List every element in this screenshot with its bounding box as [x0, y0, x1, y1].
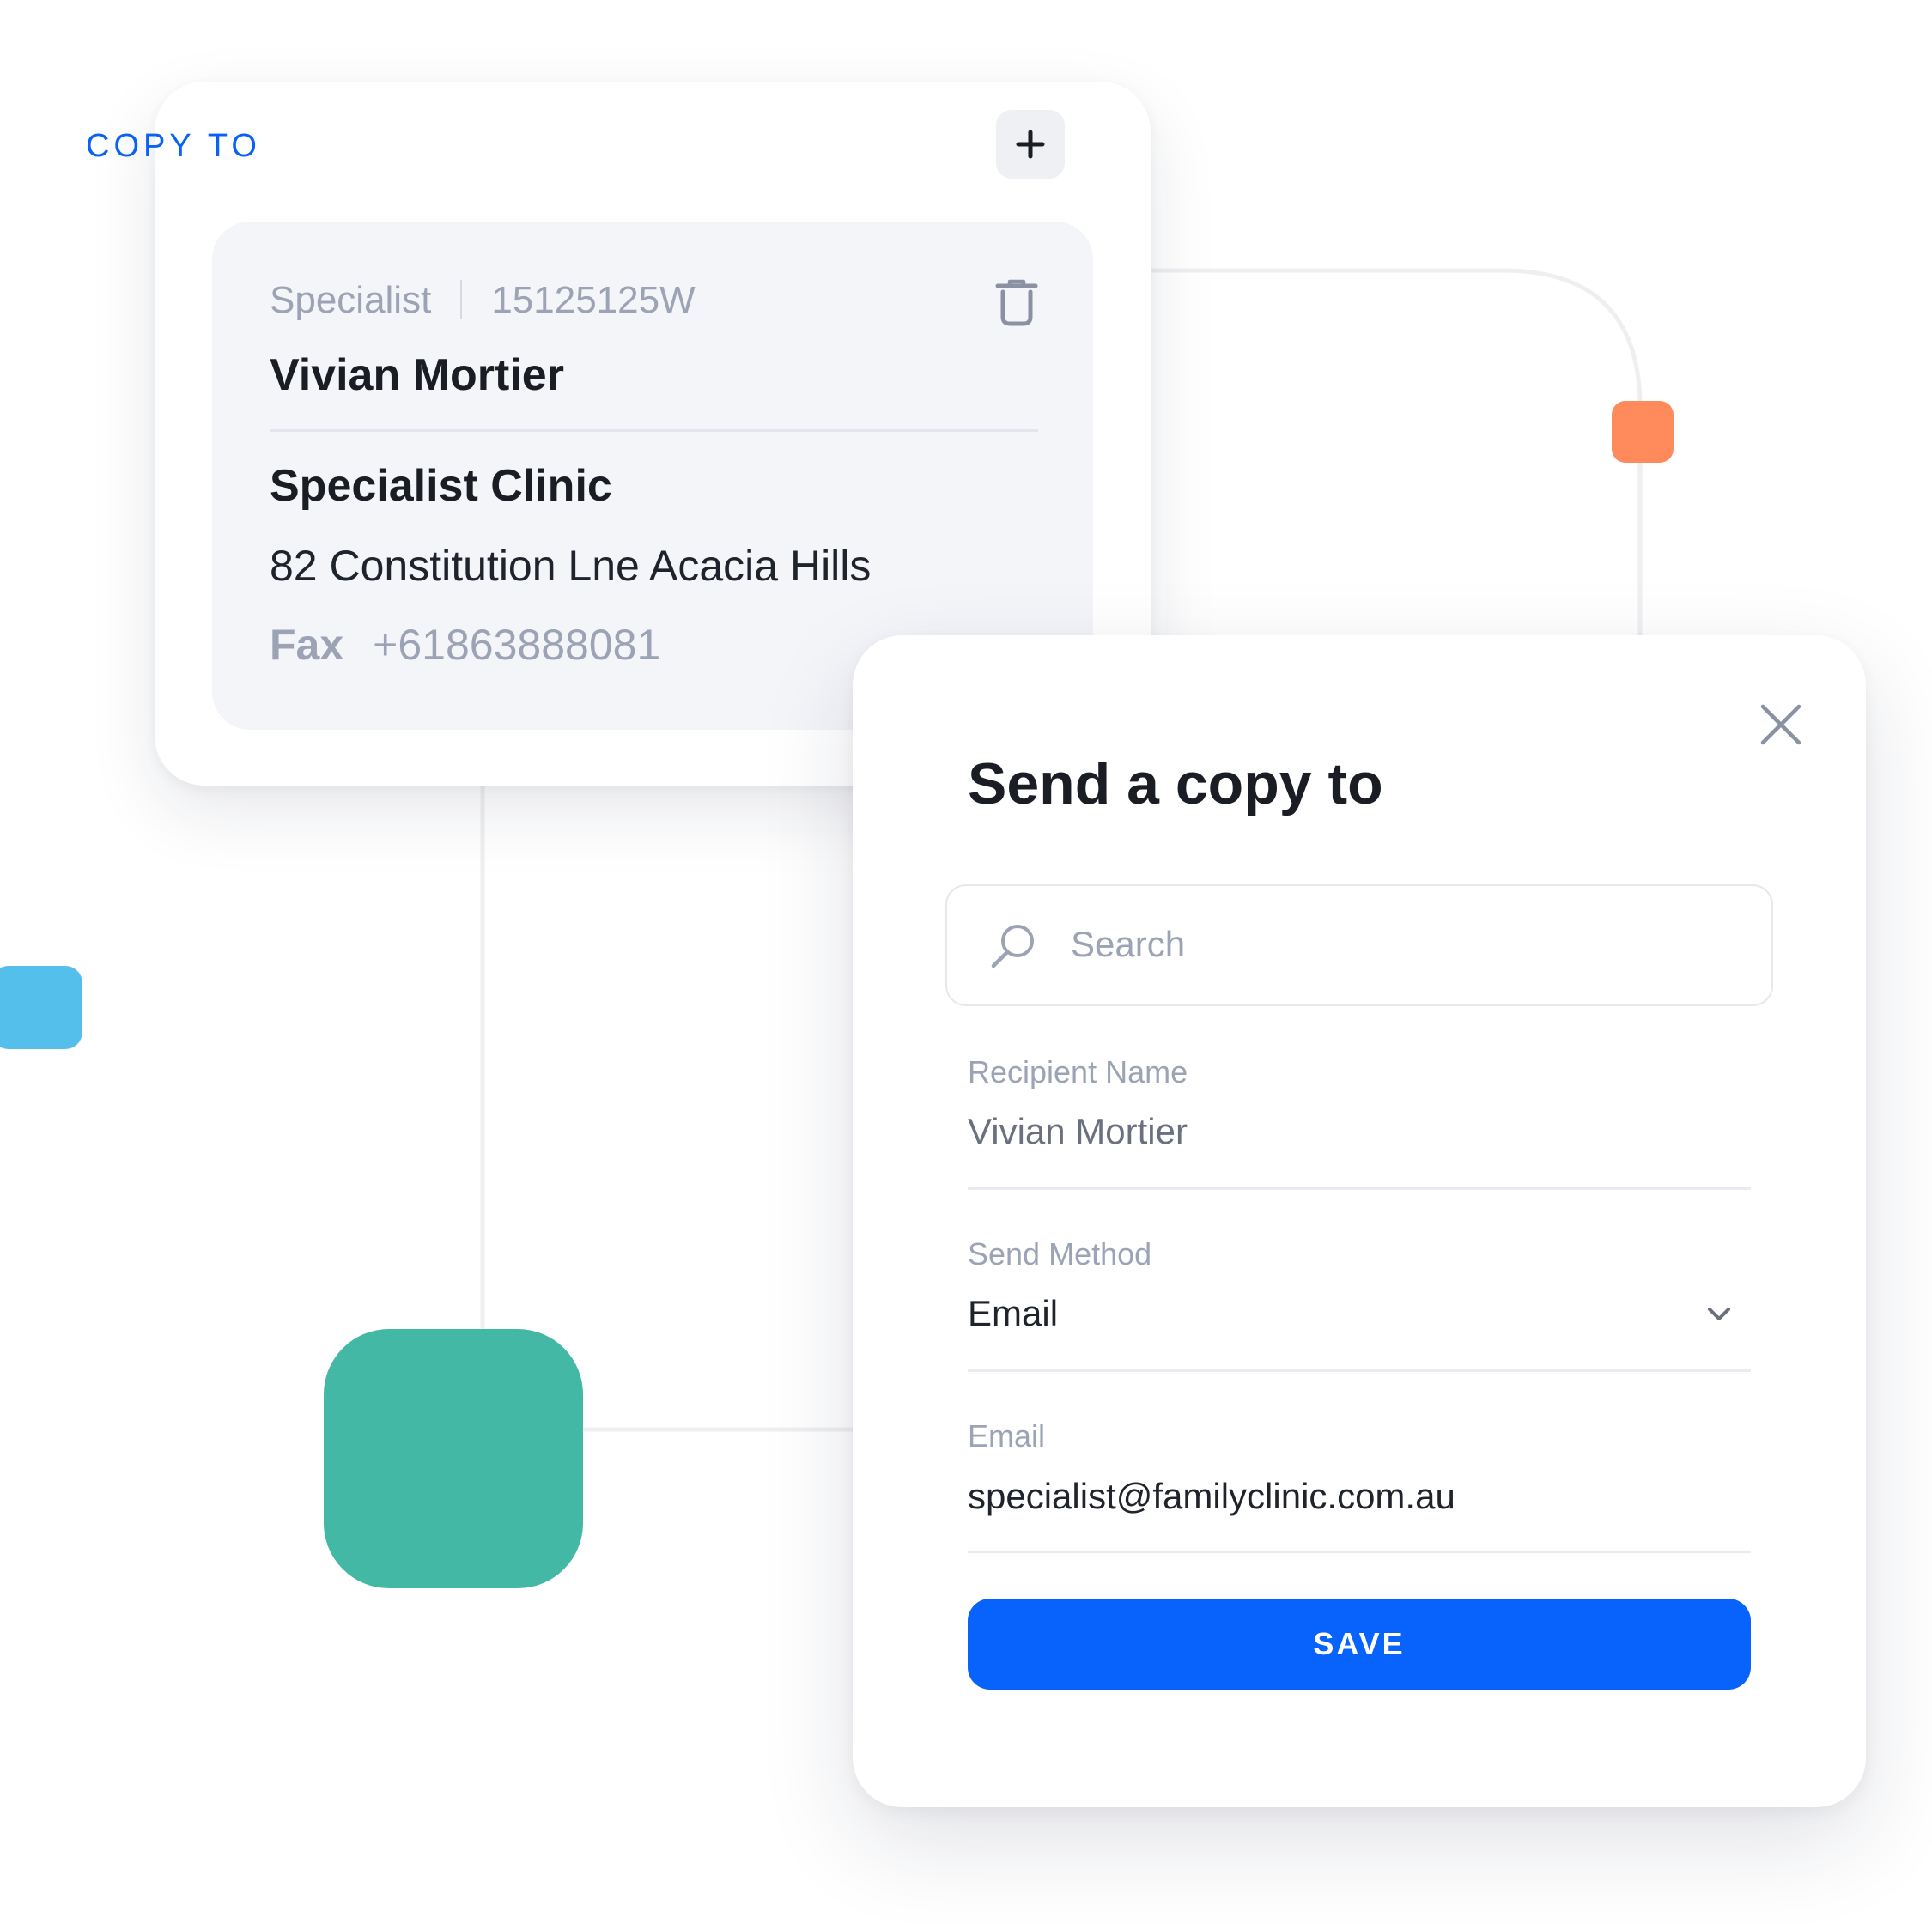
email-label: Email — [968, 1418, 1046, 1454]
recipient-name-field[interactable]: Vivian Mortier — [968, 1110, 1188, 1153]
meta-divider — [460, 280, 463, 319]
add-recipient-button[interactable] — [996, 110, 1065, 179]
search-placeholder: Search — [1071, 924, 1186, 964]
entry-fax: Fax +61863888081 — [270, 620, 660, 670]
chevron-down-icon[interactable] — [1704, 1303, 1734, 1324]
recipient-name-underline — [968, 1187, 1751, 1190]
search-input[interactable] — [945, 884, 1773, 1006]
entry-divider — [270, 429, 1038, 432]
fax-label: Fax — [270, 621, 344, 669]
close-icon[interactable] — [1756, 700, 1806, 750]
entry-meta: Specialist 15125125W — [270, 279, 696, 322]
entry-clinic: Specialist Clinic — [270, 461, 612, 511]
recipient-name-label: Recipient Name — [968, 1054, 1188, 1089]
send-method-label: Send Method — [968, 1236, 1152, 1272]
entry-id: 15125125W — [491, 279, 696, 321]
send-method-select[interactable]: Email — [968, 1292, 1058, 1335]
orange-square-decoration — [1612, 401, 1674, 463]
trash-icon[interactable] — [994, 279, 1039, 327]
send-method-underline — [968, 1369, 1751, 1372]
email-field[interactable]: specialist@familyclinic.com.au — [968, 1475, 1455, 1518]
plus-icon — [1016, 130, 1045, 159]
modal-title: Send a copy to — [968, 751, 1383, 816]
copy-to-title: COPY TO — [86, 128, 261, 164]
search-icon — [991, 925, 1034, 968]
entry-name: Vivian Mortier — [270, 350, 564, 400]
entry-address: 82 Constitution Lne Acacia Hills — [270, 542, 872, 590]
save-button[interactable]: SAVE — [968, 1599, 1751, 1690]
entry-role: Specialist — [270, 279, 432, 321]
teal-square-decoration — [324, 1329, 583, 1588]
fax-number: +61863888081 — [373, 621, 661, 669]
email-underline — [968, 1551, 1751, 1553]
blue-square-decoration — [0, 966, 82, 1049]
